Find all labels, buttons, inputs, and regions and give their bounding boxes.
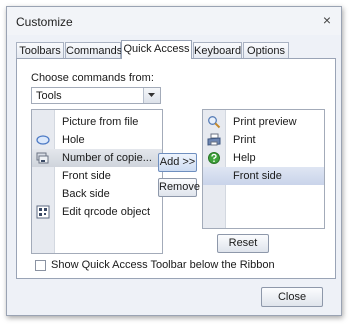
tab-quick-access[interactable]: Quick Access: [121, 40, 192, 59]
list-item-label: Print preview: [233, 116, 297, 128]
list-item-label: Print: [233, 134, 256, 146]
list-item[interactable]: Front side: [203, 167, 324, 185]
list-item[interactable]: Picture from file: [32, 113, 162, 131]
tab-toolbars[interactable]: Toolbars: [16, 42, 64, 58]
print-preview-icon: [207, 115, 221, 129]
list-item-label: Number of copie...: [62, 152, 152, 164]
list-item-label: Back side: [62, 188, 110, 200]
print-icon: [207, 133, 221, 147]
copies-icon: [36, 151, 50, 165]
checkbox-label: Show Quick Access Toolbar below the Ribb…: [51, 259, 275, 271]
list-item[interactable]: Back side: [32, 185, 162, 203]
tab-commands[interactable]: Commands: [65, 42, 122, 58]
tab-keyboard[interactable]: Keyboard: [193, 42, 242, 58]
tab-strip: Toolbars Commands Quick Access Keyboard …: [16, 40, 336, 59]
title-bar: Customize ×: [7, 7, 341, 35]
close-icon[interactable]: ×: [319, 12, 335, 28]
hole-icon: [36, 133, 50, 147]
list-item-label: Hole: [62, 134, 85, 146]
available-commands-list[interactable]: Picture from file Hole Number of copie..…: [31, 109, 163, 254]
tab-options[interactable]: Options: [243, 42, 289, 58]
select-value: Tools: [36, 90, 62, 102]
remove-button[interactable]: Remove: [158, 178, 200, 197]
add-button[interactable]: Add >>: [158, 153, 197, 172]
chevron-down-icon[interactable]: [143, 88, 160, 103]
reset-button[interactable]: Reset: [217, 234, 269, 253]
close-button[interactable]: Close: [261, 287, 323, 307]
list-item[interactable]: Edit qrcode object: [32, 203, 162, 221]
qrcode-icon: [36, 205, 50, 219]
choose-commands-label: Choose commands from:: [31, 72, 154, 84]
list-item[interactable]: Print preview: [203, 113, 324, 131]
customize-dialog: Customize × Toolbars Commands Quick Acce…: [6, 6, 342, 316]
list-item[interactable]: Print: [203, 131, 324, 149]
list-item[interactable]: Help: [203, 149, 324, 167]
list-item-label: Edit qrcode object: [62, 206, 151, 218]
list-item-label: Front side: [62, 170, 111, 182]
list-item-label: Help: [233, 152, 256, 164]
list-item[interactable]: Number of copie...: [32, 149, 162, 167]
quick-access-panel: Choose commands from: Tools Picture from…: [16, 58, 336, 279]
list-item[interactable]: Hole: [32, 131, 162, 149]
help-icon: [207, 151, 221, 165]
show-below-ribbon-checkbox[interactable]: [35, 260, 46, 271]
list-item-label: Front side: [233, 170, 282, 182]
commands-category-select[interactable]: Tools: [31, 87, 161, 104]
list-item[interactable]: Front side: [32, 167, 162, 185]
list-item-label: Picture from file: [62, 116, 139, 128]
quick-access-commands-list[interactable]: Print preview Print Help Front side: [202, 109, 325, 229]
dialog-title: Customize: [16, 15, 73, 29]
